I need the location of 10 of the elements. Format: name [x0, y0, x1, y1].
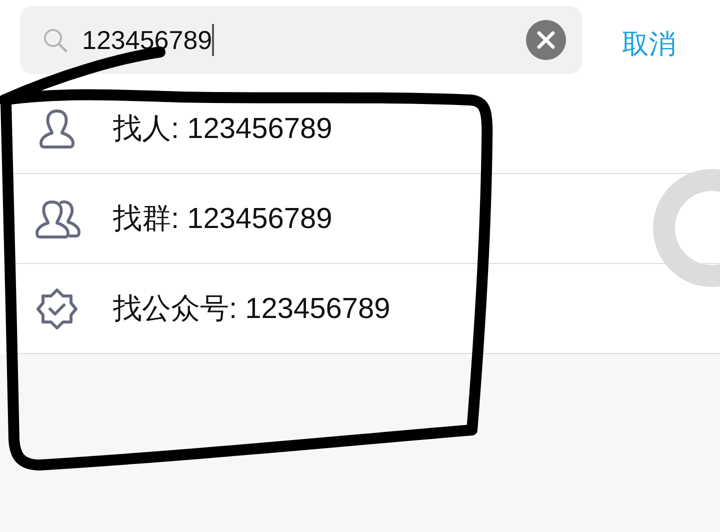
search-option-row[interactable]: 找群: 123456789 [12, 174, 720, 264]
search-option-row[interactable]: 找人: 123456789 [12, 84, 720, 174]
search-icon [42, 27, 68, 53]
search-field[interactable]: 123456789 [20, 6, 582, 74]
search-option-label: 找人: 123456789 [113, 112, 332, 146]
clear-icon[interactable] [526, 20, 566, 60]
search-option-row[interactable]: 找公众号: 123456789 [12, 264, 720, 354]
search-option-label: 找群: 123456789 [113, 202, 332, 236]
search-option-label: 找公众号: 123456789 [113, 292, 390, 326]
search-text: 123456789 [82, 24, 212, 56]
